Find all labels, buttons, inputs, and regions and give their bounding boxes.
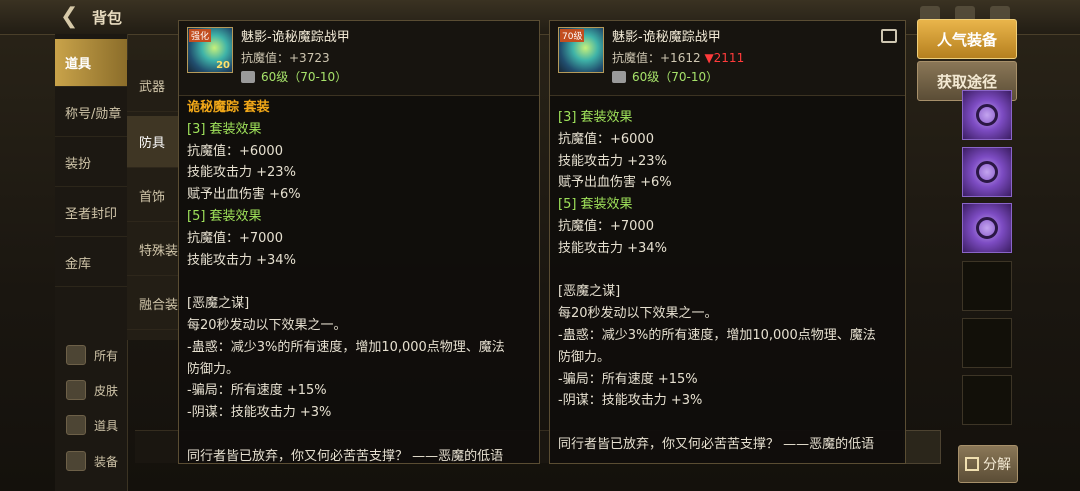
- item-level: 60级（70-10）: [241, 68, 347, 85]
- item-stat: 抗魔值：+3723: [241, 51, 330, 65]
- pencil-icon: [66, 415, 86, 435]
- item-tooltip-right: 70级 魅影-诡秘魔踪战甲 抗魔值：+1612 ▼2111 60级（70-10）…: [549, 20, 906, 464]
- filter-all[interactable]: 所有: [66, 342, 136, 368]
- diamond-icon: [66, 345, 86, 365]
- effect-line: 抗魔值：+6000: [558, 131, 654, 147]
- popular-equipment-button[interactable]: 人气装备: [917, 19, 1017, 59]
- category-special[interactable]: 特殊装: [127, 224, 179, 276]
- effect-line: 抗魔值：+7000: [187, 230, 283, 246]
- effect-line: 赋予出血伤害 +6%: [558, 175, 672, 191]
- effect-line: 防御力。: [187, 361, 240, 377]
- filter-skins[interactable]: 皮肤: [66, 377, 136, 403]
- sidebar-item-vault[interactable]: 金库: [55, 239, 127, 287]
- inventory-slot-empty[interactable]: [962, 318, 1012, 368]
- inventory-slot-gem[interactable]: [962, 147, 1012, 197]
- category-column: 武器 防具 首饰 特殊装 融合装: [127, 60, 179, 340]
- tooltip-header: 强化 20 魅影-诡秘魔踪战甲 抗魔值：+3723 60级（70-10）: [179, 21, 539, 96]
- diamond-icon: [66, 380, 86, 400]
- effect-line: -骗局：所有速度 +15%: [187, 383, 327, 399]
- effect-line: -骗局：所有速度 +15%: [558, 371, 698, 387]
- effect-line: 每20秒发动以下效果之一。: [187, 317, 347, 333]
- effect-line: 防御力。: [558, 349, 611, 365]
- effect-line: 同行者皆已放弃，你又何必苦苦支撑？ ——恶魔的低语: [558, 436, 875, 452]
- effect-line: 抗魔值：+7000: [558, 218, 654, 234]
- sidebar-item-items[interactable]: 道具: [55, 39, 127, 87]
- effect-line: [恶魔之谋]: [558, 284, 621, 300]
- category-accessory[interactable]: 首饰: [127, 170, 179, 222]
- category-fusion[interactable]: 融合装: [127, 278, 179, 330]
- anvil-icon: [612, 70, 626, 83]
- filter-equipment[interactable]: 装备: [66, 448, 136, 474]
- tooltip-body: [3] 套装效果抗魔值：+6000 技能攻击力 +23% 赋予出血伤害 +6% [5]…: [558, 107, 899, 456]
- item-level: 60级（70-10）: [612, 68, 718, 85]
- effect-line: 每20秒发动以下效果之一。: [558, 306, 718, 322]
- filter-items[interactable]: 道具: [66, 412, 136, 438]
- category-armor[interactable]: 防具: [127, 116, 179, 168]
- set-effect-header: [3] 套装效果: [187, 121, 262, 137]
- sidebar-item-seals[interactable]: 圣者封印: [55, 189, 127, 237]
- chef-icon: [66, 451, 86, 471]
- set-effect-header: [3] 套装效果: [558, 110, 633, 125]
- effect-line: [恶魔之谋]: [187, 296, 250, 312]
- item-tooltip-left: 强化 20 魅影-诡秘魔踪战甲 抗魔值：+3723 60级（70-10） 诡秘魔…: [178, 20, 540, 464]
- sidebar-item-titles[interactable]: 称号/勋章: [55, 89, 127, 137]
- tooltip-body: 诡秘魔踪 套装 [3] 套装效果抗魔值：+6000 技能攻击力 +23% 赋予出血伤…: [187, 97, 533, 468]
- item-thumbnail: 70级: [558, 27, 604, 73]
- effect-line: 抗魔值：+6000: [187, 143, 283, 159]
- effect-line: -蛊惑：减少3%的所有速度，增加10,000点物理、魔法: [558, 327, 876, 343]
- item-name: 魅影-诡秘魔踪战甲: [241, 30, 350, 45]
- effect-line: 技能攻击力 +23%: [558, 153, 667, 169]
- inventory-slot-gem[interactable]: [962, 90, 1012, 140]
- item-stat: 抗魔值：+1612 ▼2111: [612, 51, 745, 65]
- set-effect-header: [5] 套装效果: [187, 208, 262, 224]
- sidebar-item-outfits[interactable]: 装扮: [55, 139, 127, 187]
- bottom-bar-button[interactable]: [903, 430, 941, 464]
- stat-delta: ▼2111: [704, 51, 745, 65]
- effect-line: 赋予出血伤害 +6%: [187, 187, 301, 203]
- effect-line: -阴谋：技能攻击力 +3%: [187, 405, 332, 421]
- effect-line: 技能攻击力 +34%: [187, 252, 296, 268]
- effect-line: -阴谋：技能攻击力 +3%: [558, 393, 703, 409]
- enhance-tag: 强化: [189, 29, 212, 42]
- tooltip-header: 70级 魅影-诡秘魔踪战甲 抗魔值：+1612 ▼2111 60级（70-10）: [550, 21, 905, 96]
- effect-line: -蛊惑：减少3%的所有速度，增加10,000点物理、魔法: [187, 339, 505, 355]
- share-icon[interactable]: [881, 29, 897, 43]
- decompose-button[interactable]: 分解: [958, 445, 1018, 483]
- item-name: 魅影-诡秘魔踪战甲: [612, 30, 721, 45]
- effect-line: 技能攻击力 +23%: [187, 165, 296, 181]
- page-title: 背包: [92, 9, 123, 27]
- item-thumbnail: 强化 20: [187, 27, 233, 73]
- back-arrow-icon[interactable]: ❮: [60, 6, 84, 28]
- effect-line: 技能攻击力 +34%: [558, 240, 667, 256]
- enhance-level: 20: [216, 60, 230, 71]
- inventory-slot-gem[interactable]: [962, 203, 1012, 253]
- category-weapon[interactable]: 武器: [127, 60, 179, 112]
- level-tag: 70级: [560, 29, 585, 42]
- effect-line: 同行者皆已放弃，你又何必苦苦支撑？ ——恶魔的低语: [187, 448, 504, 464]
- set-effect-header: [5] 套装效果: [558, 197, 633, 213]
- inventory-slot-empty[interactable]: [962, 375, 1012, 425]
- set-name: 诡秘魔踪 套装: [187, 100, 270, 115]
- box-icon: [965, 457, 979, 471]
- inventory-slot-empty[interactable]: [962, 261, 1012, 311]
- anvil-icon: [241, 70, 255, 83]
